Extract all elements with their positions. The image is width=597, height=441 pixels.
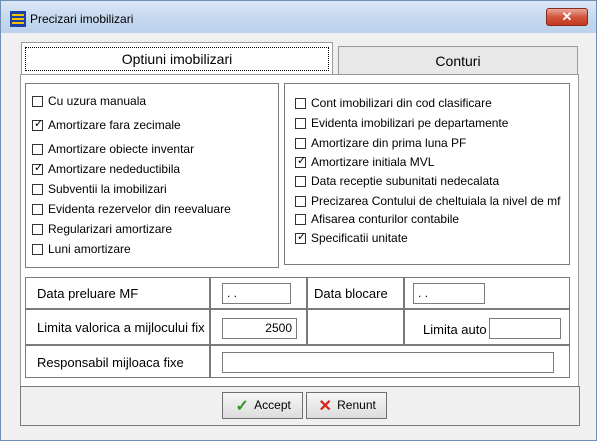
checkbox-box[interactable] bbox=[32, 204, 43, 215]
tab-label-optiuni: Optiuni imobilizari bbox=[25, 47, 329, 71]
data-preluare-input-cell: . . bbox=[210, 277, 307, 309]
checkmark-icon: ✓ bbox=[34, 118, 44, 130]
data-blocare-input[interactable]: . . bbox=[413, 283, 485, 304]
checkbox-box[interactable] bbox=[295, 118, 306, 129]
close-button[interactable]: ✕ bbox=[546, 8, 588, 26]
checkbox-right-7[interactable]: ✓ Specificatii unitate bbox=[295, 231, 408, 247]
left-options-group: Cu uzura manuala ✓ Amortizare fara zecimal… bbox=[25, 83, 279, 268]
checkbox-box[interactable] bbox=[295, 98, 306, 109]
app-icon bbox=[10, 11, 26, 27]
checkbox-left-7[interactable]: Luni amortizare bbox=[32, 242, 131, 258]
accept-button[interactable]: ✓ Accept bbox=[222, 392, 303, 419]
checkmark-icon: ✓ bbox=[297, 231, 307, 243]
checkmark-icon: ✓ bbox=[34, 162, 44, 174]
checkbox-box[interactable]: ✓ bbox=[32, 162, 44, 175]
checkbox-label: Cu uzura manuala bbox=[48, 94, 147, 108]
checkbox-label: Amortizare obiecte inventar bbox=[48, 142, 195, 156]
checkbox-label: Regularizari amortizare bbox=[48, 222, 173, 236]
checkbox-box[interactable] bbox=[295, 176, 306, 187]
checkbox-right-3[interactable]: ✓ Amortizare initiala MVL bbox=[295, 155, 434, 171]
checkbox-left-0[interactable]: Cu uzura manuala bbox=[32, 94, 146, 110]
dialog-window: Precizari imobilizari ✕ Optiuni imobiliz… bbox=[0, 0, 597, 441]
checkbox-box[interactable] bbox=[32, 224, 43, 235]
responsabil-input[interactable] bbox=[222, 352, 554, 373]
data-blocare-cell: Data blocare bbox=[307, 277, 404, 309]
checkbox-box[interactable]: ✓ bbox=[295, 231, 307, 244]
data-blocare-label: Data blocare bbox=[314, 286, 388, 301]
checkbox-label: Amortizare initiala MVL bbox=[311, 155, 435, 169]
limita-valorica-input-cell: 2500 bbox=[210, 309, 307, 345]
dialog-client: Optiuni imobilizari Conturi Cu uzura man… bbox=[9, 34, 589, 434]
responsabil-cell: Responsabil mijloaca fixe bbox=[25, 345, 210, 378]
checkbox-left-6[interactable]: Regularizari amortizare bbox=[32, 222, 172, 238]
checkbox-box[interactable] bbox=[32, 96, 43, 107]
checkmark-icon: ✓ bbox=[235, 398, 249, 415]
limita-auto-label: Limita auto bbox=[423, 322, 487, 337]
empty-cell bbox=[307, 309, 404, 345]
tab-panel: Cu uzura manuala ✓ Amortizare fara zecimal… bbox=[20, 74, 579, 394]
checkbox-right-6[interactable]: Afisarea conturilor contabile bbox=[295, 212, 459, 228]
checkbox-right-5[interactable]: Precizarea Contului de cheltuiala la niv… bbox=[295, 194, 560, 210]
limita-valorica-label: Limita valorica a mijlocului fix bbox=[37, 320, 205, 335]
button-bar: ✓ Accept ✕ Renunt bbox=[20, 386, 580, 426]
checkbox-left-1[interactable]: ✓ Amortizare fara zecimale bbox=[32, 118, 181, 134]
checkbox-right-2[interactable]: Amortizare din prima luna PF bbox=[295, 136, 466, 152]
window-title: Precizari imobilizari bbox=[30, 12, 134, 26]
checkbox-label: Luni amortizare bbox=[48, 242, 131, 256]
data-preluare-cell: Data preluare MF bbox=[25, 277, 210, 309]
checkmark-icon: ✓ bbox=[297, 155, 307, 167]
renunt-label: Renunt bbox=[337, 398, 376, 412]
checkbox-right-1[interactable]: Evidenta imobilizari pe departamente bbox=[295, 116, 508, 132]
close-icon: ✕ bbox=[561, 9, 573, 24]
responsabil-input-cell bbox=[210, 345, 570, 378]
data-blocare-input-cell: . . bbox=[404, 277, 570, 309]
data-preluare-input[interactable]: . . bbox=[222, 283, 291, 304]
checkbox-label: Subventii la imobilizari bbox=[48, 182, 167, 196]
checkbox-label: Afisarea conturilor contabile bbox=[311, 212, 460, 226]
title-bar[interactable]: Precizari imobilizari ✕ bbox=[1, 1, 596, 33]
cross-icon: ✕ bbox=[318, 398, 332, 415]
checkbox-left-2[interactable]: Amortizare obiecte inventar bbox=[32, 142, 194, 158]
checkbox-box[interactable] bbox=[295, 138, 306, 149]
checkbox-label: Evidenta rezervelor din reevaluare bbox=[48, 202, 231, 216]
accept-label: Accept bbox=[254, 398, 291, 412]
checkbox-right-0[interactable]: Cont imobilizari din cod clasificare bbox=[295, 96, 492, 112]
checkbox-box[interactable] bbox=[32, 144, 43, 155]
checkbox-left-4[interactable]: Subventii la imobilizari bbox=[32, 182, 167, 198]
checkbox-label: Amortizare din prima luna PF bbox=[311, 136, 467, 150]
limita-valorica-input[interactable]: 2500 bbox=[222, 318, 297, 339]
checkbox-left-3[interactable]: ✓ Amortizare nedeductibila bbox=[32, 162, 180, 178]
renunt-button[interactable]: ✕ Renunt bbox=[306, 392, 387, 419]
tab-conturi[interactable]: Conturi bbox=[338, 46, 578, 75]
right-options-group: Cont imobilizari din cod clasificare Evid… bbox=[284, 83, 570, 265]
checkbox-label: Precizarea Contului de cheltuiala la niv… bbox=[311, 194, 561, 208]
limita-auto-input[interactable] bbox=[489, 318, 561, 339]
checkbox-box[interactable] bbox=[295, 214, 306, 225]
checkbox-box[interactable] bbox=[32, 244, 43, 255]
checkbox-box[interactable]: ✓ bbox=[295, 155, 307, 168]
checkbox-label: Amortizare fara zecimale bbox=[48, 118, 181, 132]
tab-label-conturi: Conturi bbox=[435, 53, 481, 69]
tab-optiuni-imobilizari[interactable]: Optiuni imobilizari bbox=[21, 42, 333, 75]
checkbox-box[interactable]: ✓ bbox=[32, 118, 44, 131]
checkbox-right-4[interactable]: Data receptie subunitati nedecalata bbox=[295, 174, 499, 190]
data-preluare-label: Data preluare MF bbox=[37, 286, 139, 301]
limita-auto-cell: Limita auto bbox=[404, 309, 570, 345]
checkbox-box[interactable] bbox=[32, 184, 43, 195]
checkbox-label: Cont imobilizari din cod clasificare bbox=[311, 96, 492, 110]
limita-valorica-cell: Limita valorica a mijlocului fix bbox=[25, 309, 210, 345]
checkbox-label: Data receptie subunitati nedecalata bbox=[311, 174, 500, 188]
checkbox-left-5[interactable]: Evidenta rezervelor din reevaluare bbox=[32, 202, 231, 218]
checkbox-label: Evidenta imobilizari pe departamente bbox=[311, 116, 509, 130]
checkbox-label: Specificatii unitate bbox=[311, 231, 408, 245]
checkbox-label: Amortizare nedeductibila bbox=[48, 162, 181, 176]
responsabil-label: Responsabil mijloaca fixe bbox=[37, 355, 184, 370]
checkbox-box[interactable] bbox=[295, 196, 306, 207]
